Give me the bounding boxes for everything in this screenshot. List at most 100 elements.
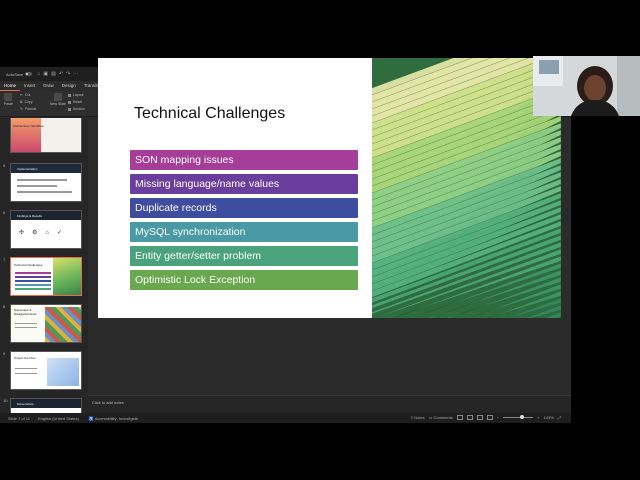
new-slide-icon <box>53 93 62 101</box>
bullet-item[interactable]: Entity getter/setter problem <box>130 246 358 266</box>
status-right-controls: ≡ Notes ▭ Comments − + 143% ⤢ <box>411 415 561 420</box>
thumb-title: Screenshots <box>11 399 81 408</box>
autosave-label: AutoSave <box>6 71 24 77</box>
thumb-bar <box>15 272 51 274</box>
accessibility-icon: ♿ <box>88 415 94 421</box>
tab-draw[interactable]: Draw <box>39 81 58 91</box>
layout-button[interactable]: Layout <box>68 93 84 97</box>
accessibility-status[interactable]: ♿ Accessibility: Investigate <box>89 416 138 421</box>
copy-button[interactable]: ⧉ Copy <box>20 100 33 104</box>
reset-icon <box>68 100 71 104</box>
zoom-in-icon[interactable]: + <box>537 415 539 420</box>
new-slide-label: New Slide <box>50 102 66 106</box>
autosave-control[interactable]: AutoSave <box>6 71 33 77</box>
slide-counter: Slide 7 of 11 <box>8 415 30 421</box>
slide-thumbnail-4[interactable]: Architecture / Workflow <box>10 118 82 153</box>
thumb-text-line <box>17 185 57 187</box>
thumb-chart-image <box>47 358 79 386</box>
notes-toggle[interactable]: ≡ Notes <box>411 415 425 420</box>
comments-toggle[interactable]: ▭ Comments <box>429 415 453 420</box>
new-slide-button[interactable]: New Slide <box>50 93 66 106</box>
comments-status-label: Comments <box>433 415 453 420</box>
accessibility-label: Accessibility: Investigate <box>94 415 139 421</box>
slide-thumbnail-7[interactable]: Technical Challenges <box>10 257 82 296</box>
slideshow-view-icon[interactable] <box>486 415 493 420</box>
copy-icon: ⧉ <box>20 100 23 104</box>
thumb-title: Implementation <box>11 164 81 173</box>
autosave-toggle[interactable] <box>25 72 33 76</box>
slide-canvas[interactable]: Technical Challenges SON mapping issues M… <box>98 58 561 318</box>
reading-view-icon[interactable] <box>476 415 483 420</box>
webcam-person-image <box>533 56 640 116</box>
redo-icon[interactable]: ↷ <box>66 71 70 77</box>
quick-access-toolbar: ⌂ ▣ ▤ ↶ ↷ ··· <box>37 71 78 77</box>
tab-design[interactable]: Design <box>58 81 80 91</box>
thumb-title: Architecture / Workflow <box>13 124 44 128</box>
webcam-overlay <box>533 56 640 116</box>
slide-number: 5 <box>3 163 6 168</box>
more-icon[interactable]: ··· <box>73 71 78 77</box>
zoom-out-icon[interactable]: − <box>497 415 499 420</box>
slide-number: 9 <box>3 351 6 356</box>
bullet-item[interactable]: SON mapping issues <box>130 150 358 170</box>
section-label: Section <box>73 107 85 111</box>
thumb-photo <box>53 258 81 295</box>
reset-button[interactable]: Reset <box>68 100 82 104</box>
thumb-icons: ✣⚙⌂✓ <box>19 230 71 236</box>
zoom-level[interactable]: 143% <box>544 415 554 420</box>
format-painter-button[interactable]: ✎ Format <box>20 107 36 111</box>
layout-icon <box>68 93 71 97</box>
language-status[interactable]: English (United States) <box>38 416 79 421</box>
slide-number: 6 <box>3 210 6 215</box>
tab-insert[interactable]: Insert <box>20 81 39 91</box>
thumb-mosaic <box>45 307 81 342</box>
notes-icon: ≡ <box>410 415 414 420</box>
slide-thumbnail-pane: Architecture / Workflow 5 Implementation… <box>0 118 88 415</box>
thumb-bar <box>15 288 51 290</box>
slide-title[interactable]: Technical Challenges <box>134 105 285 123</box>
scissors-icon: ✂ <box>20 93 23 97</box>
bullet-item[interactable]: Missing language/name values <box>130 174 358 194</box>
slide-number: 7 <box>3 257 6 262</box>
save-icon[interactable]: ▣ <box>43 71 48 77</box>
thumb-title: Successes & Disappointments <box>14 308 37 316</box>
clipboard-icon <box>4 93 13 101</box>
tab-home[interactable]: Home <box>0 81 21 91</box>
cut-button[interactable]: ✂ Cut <box>20 93 30 97</box>
undo-icon[interactable]: ↶ <box>59 71 63 77</box>
copy-label: Copy <box>24 100 33 104</box>
home-icon[interactable]: ⌂ <box>37 71 40 77</box>
layout-label: Layout <box>73 93 84 97</box>
cut-label: Cut <box>24 93 31 97</box>
save-as-icon[interactable]: ▤ <box>51 71 56 77</box>
section-icon <box>68 107 71 111</box>
thumb-bar <box>15 280 51 282</box>
slide-thumbnail-8[interactable]: Successes & Disappointments <box>10 304 82 343</box>
comment-icon: ▭ <box>428 415 433 420</box>
bullet-item[interactable]: Duplicate records <box>130 198 358 218</box>
reset-label: Reset <box>73 100 83 104</box>
thumb-title: Project Go-Over <box>14 356 36 360</box>
zoom-slider[interactable] <box>503 415 534 419</box>
thumb-text-line <box>15 323 37 324</box>
slide-thumbnail-6[interactable]: Findings & Results ✣⚙⌂✓ <box>10 210 82 249</box>
slide-thumbnail-5[interactable]: Implementation <box>10 163 82 202</box>
paste-button[interactable]: Paste <box>4 93 13 106</box>
thumb-text-line <box>17 191 72 193</box>
thumb-title: Findings & Results <box>11 211 81 220</box>
bullet-item[interactable]: MySQL synchronization <box>130 222 358 242</box>
notes-placeholder: Click to add notes <box>92 400 124 405</box>
thumb-text-line <box>15 373 37 374</box>
bullet-item[interactable]: Optimistic Lock Exception <box>130 270 358 290</box>
notes-label: Notes <box>414 415 425 420</box>
slide-thumbnail-9[interactable]: Project Go-Over <box>10 351 82 390</box>
thumb-bar <box>15 284 51 286</box>
paste-label: Paste <box>4 102 13 106</box>
thumb-text-line <box>15 368 37 369</box>
slide-number: 8 <box>3 304 6 309</box>
notes-pane[interactable]: Click to add notes <box>88 395 571 413</box>
fit-slide-icon[interactable]: ⤢ <box>558 415 561 420</box>
normal-view-icon[interactable] <box>456 415 463 420</box>
section-button[interactable]: Section <box>68 107 85 111</box>
slide-sorter-icon[interactable] <box>466 415 473 420</box>
